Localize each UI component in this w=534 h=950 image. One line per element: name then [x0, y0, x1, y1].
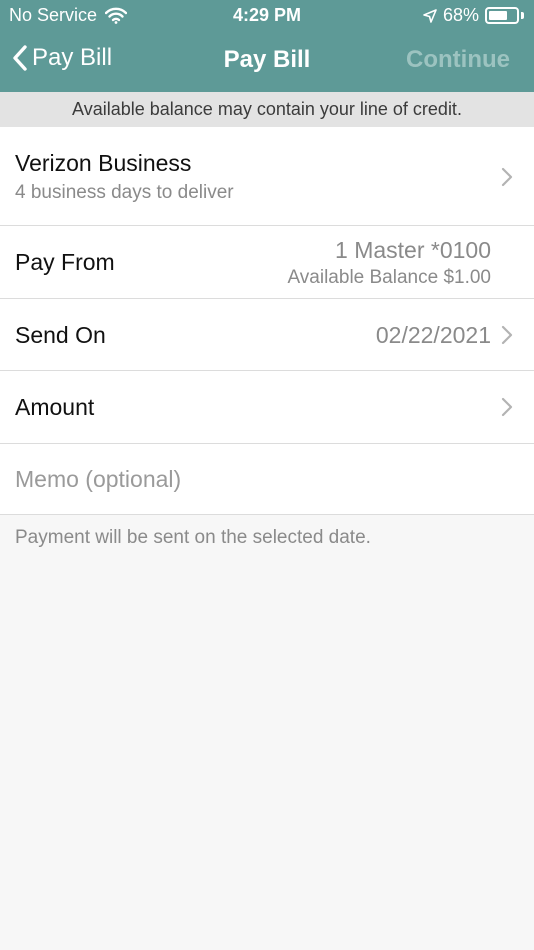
credit-line-banner: Available balance may contain your line …	[0, 92, 534, 127]
payment-form: Verizon Business 4 business days to deli…	[0, 127, 534, 515]
status-bar: No Service 4:29 PM 68%	[0, 0, 534, 30]
send-on-row[interactable]: Send On 02/22/2021	[0, 299, 534, 371]
battery-tip	[521, 12, 524, 19]
status-right: 68%	[423, 5, 524, 26]
header: No Service 4:29 PM 68% Pay Bill Pay Bill…	[0, 0, 534, 92]
payee-row[interactable]: Verizon Business 4 business days to deli…	[0, 127, 534, 226]
pay-from-balance: Available Balance $1.00	[287, 267, 491, 288]
payee-delivery: 4 business days to deliver	[15, 182, 234, 203]
battery-icon	[485, 7, 519, 24]
chevron-right-icon	[501, 167, 513, 187]
pay-from-account: 1 Master *0100	[335, 237, 491, 263]
battery-percent: 68%	[442, 5, 479, 25]
payee-name: Verizon Business	[15, 150, 192, 176]
chevron-right-icon	[501, 397, 513, 417]
battery-fill	[489, 11, 507, 20]
send-on-date: 02/22/2021	[375, 322, 491, 348]
pay-from-label: Pay From	[15, 249, 115, 275]
chevron-right-icon	[501, 325, 513, 345]
memo-row[interactable]: Memo (optional)	[0, 444, 534, 515]
footer-note: Payment will be sent on the selected dat…	[15, 527, 371, 548]
location-arrow-icon	[423, 8, 437, 23]
continue-button[interactable]: Continue	[406, 46, 510, 74]
amount-label: Amount	[15, 394, 95, 420]
nav-bar: Pay Bill Pay Bill Continue	[0, 40, 534, 82]
pay-from-row[interactable]: Pay From 1 Master *0100 Available Balanc…	[0, 226, 534, 299]
amount-row[interactable]: Amount	[0, 371, 534, 444]
send-on-label: Send On	[15, 322, 106, 348]
memo-field[interactable]: Memo (optional)	[15, 466, 181, 493]
